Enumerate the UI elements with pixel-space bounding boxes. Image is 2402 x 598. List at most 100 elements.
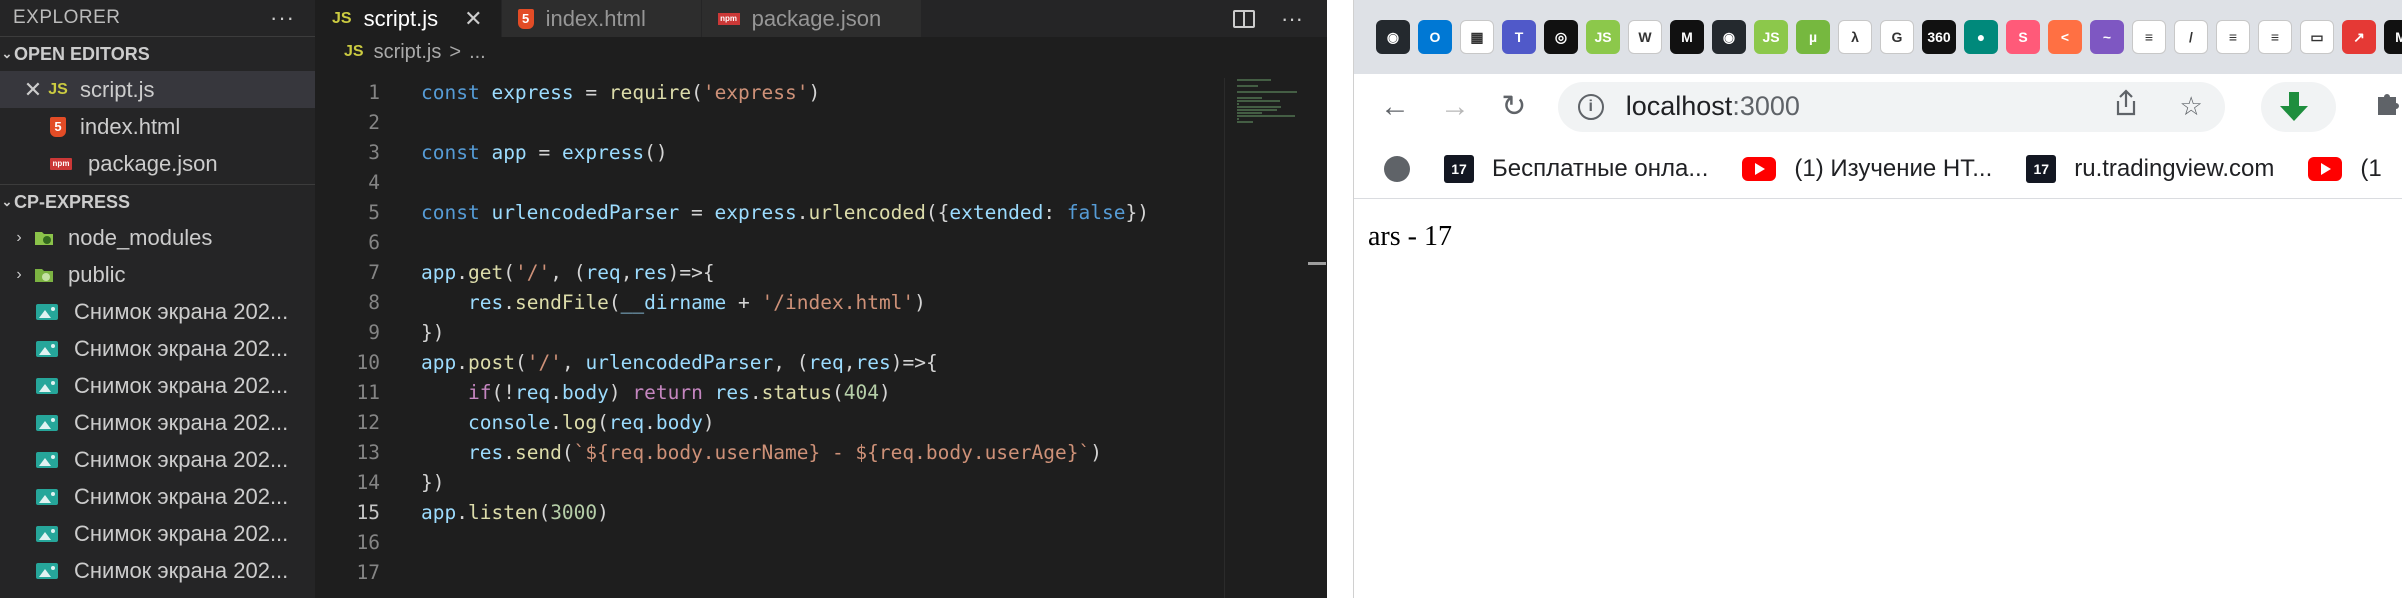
- efim-icon[interactable]: 360: [1922, 20, 1956, 54]
- tab-label: package.json: [751, 5, 882, 31]
- open-editor-item[interactable]: 5 index.html: [0, 108, 315, 145]
- folder-item[interactable]: › public: [0, 256, 315, 293]
- pen-icon[interactable]: /: [2174, 20, 2208, 54]
- file-item[interactable]: Снимок экрана 202...: [0, 552, 315, 589]
- m2-icon[interactable]: M: [2384, 20, 2402, 54]
- line-number: 13: [356, 441, 380, 464]
- red-icon[interactable]: ↗: [2342, 20, 2376, 54]
- tab-index-html[interactable]: 5 index.html: [501, 0, 702, 37]
- code-line[interactable]: 1 const express = require('express'): [316, 78, 1216, 108]
- google-icon[interactable]: G: [1880, 20, 1914, 54]
- bookmark-item[interactable]: 17 Бесплатные онла...: [1444, 154, 1708, 183]
- code-line[interactable]: 6: [316, 228, 1216, 258]
- breadcrumb-rest[interactable]: ...: [469, 41, 486, 64]
- line-number: 5: [368, 201, 380, 224]
- folder-item[interactable]: › node_modules: [0, 219, 315, 256]
- explorer-sidebar: EXPLORER ··· ⌄ OPEN EDITORS ✕ JS script.…: [0, 0, 316, 598]
- reload-button[interactable]: ↻: [1500, 89, 1528, 124]
- stack-icon[interactable]: ≡: [2132, 20, 2166, 54]
- code-line[interactable]: 9}): [316, 318, 1216, 348]
- breadcrumb: JS script.js > ...: [316, 37, 1327, 67]
- split-editor-icon[interactable]: [1233, 9, 1256, 28]
- tab-label: script.js: [363, 5, 439, 31]
- nodejs2-icon[interactable]: JS: [1754, 20, 1788, 54]
- minimap[interactable]: [1224, 78, 1320, 598]
- image-file-icon: [36, 414, 58, 431]
- code-line[interactable]: 16: [316, 528, 1216, 558]
- code-editor[interactable]: 1 const express = require('express') 2 3 con…: [316, 78, 1216, 588]
- address-bar[interactable]: i localhost :3000 ☆: [1557, 81, 2225, 132]
- file-item[interactable]: Снимок экрана 202...: [0, 330, 315, 367]
- code-line[interactable]: 17: [316, 558, 1216, 588]
- close-icon[interactable]: ✕: [464, 6, 482, 32]
- qr-icon[interactable]: ▦: [1460, 20, 1494, 54]
- code-line[interactable]: 8 res.sendFile(__dirname + '/index.html'…: [316, 288, 1216, 318]
- pink-icon[interactable]: S: [2006, 20, 2040, 54]
- chevron-right-icon: ›: [16, 228, 22, 246]
- back-button[interactable]: ←: [1380, 90, 1410, 124]
- file-item[interactable]: Снимок экрана 202...: [0, 441, 315, 478]
- screen-icon[interactable]: ▭: [2300, 20, 2334, 54]
- bookmark-item[interactable]: (1: [2308, 155, 2382, 183]
- open-editor-item[interactable]: npm package.json: [0, 145, 315, 182]
- tab-package-json[interactable]: npm package.json: [701, 0, 922, 37]
- file-item[interactable]: Снимок экрана 202...: [0, 404, 315, 441]
- more-actions-icon[interactable]: ···: [1281, 6, 1303, 32]
- download-button[interactable]: [2260, 81, 2336, 132]
- code-line[interactable]: 3 const app = express(): [316, 138, 1216, 168]
- file-item[interactable]: Снимок экрана 202...: [0, 515, 315, 552]
- project-header[interactable]: ⌄ CP-EXPRESS: [0, 184, 315, 219]
- code-line[interactable]: 15 app.listen(3000): [316, 498, 1216, 528]
- nodejs-icon[interactable]: JS: [1586, 20, 1620, 54]
- code-line[interactable]: 5 const urlencodedParser = express.urlenc…: [316, 198, 1216, 228]
- teams-icon[interactable]: T: [1502, 20, 1536, 54]
- file-item[interactable]: Снимок экрана 202...: [0, 478, 315, 515]
- code-line[interactable]: 13 res.send(`${req.body.userName} - ${re…: [316, 438, 1216, 468]
- share-icon[interactable]: [2114, 89, 2138, 124]
- bookmark-item[interactable]: 17 ru.tradingview.com: [2026, 154, 2274, 183]
- wave-icon[interactable]: ~: [2090, 20, 2124, 54]
- outlook-icon[interactable]: O: [1418, 20, 1452, 54]
- file-item[interactable]: Снимок экрана 202...: [0, 293, 315, 330]
- extensions-puzzle-icon[interactable]: [2374, 89, 2402, 124]
- more-actions-icon[interactable]: ···: [270, 5, 295, 31]
- close-icon[interactable]: ✕: [20, 77, 46, 103]
- star-icon[interactable]: ☆: [2180, 91, 2203, 122]
- tab-script-js[interactable]: JS script.js ✕: [316, 0, 502, 37]
- file-item[interactable]: Снимок экрана 202...: [0, 367, 315, 404]
- code-line[interactable]: 12 console.log(req.body): [316, 408, 1216, 438]
- youtube-icon: [1742, 156, 1777, 181]
- bookmark-item[interactable]: [1384, 155, 1410, 182]
- orange-icon[interactable]: <: [2048, 20, 2082, 54]
- code-line[interactable]: 11 if(!req.body) return res.status(404): [316, 378, 1216, 408]
- file-list: Снимок экрана 202... Снимок экрана 202...…: [0, 293, 315, 589]
- stack2-icon[interactable]: ≡: [2216, 20, 2250, 54]
- breadcrumb-file[interactable]: script.js: [374, 41, 442, 64]
- editor-area: JS script.js ✕ 5 index.html npm package.…: [316, 0, 1327, 598]
- utorrent-icon[interactable]: µ: [1796, 20, 1830, 54]
- m-icon[interactable]: M: [1670, 20, 1704, 54]
- line-number: 14: [356, 471, 380, 494]
- open-editor-item[interactable]: ✕ JS script.js: [0, 71, 315, 108]
- code-line[interactable]: 4: [316, 168, 1216, 198]
- extensions-bar: ◉ O ▦ T ◎ JS W M ◉ JS µ λ G 360 ● S < ~ ≡ / ≡ ≡ ▭ ↗ M: [1354, 0, 2402, 74]
- github-icon[interactable]: ◉: [1376, 20, 1410, 54]
- figure-icon[interactable]: λ: [1838, 20, 1872, 54]
- teal-icon[interactable]: ●: [1964, 20, 1998, 54]
- javascript-file-icon: JS: [344, 43, 364, 60]
- globe-icon: [1384, 155, 1410, 182]
- open-editors-header[interactable]: ⌄ OPEN EDITORS: [0, 36, 315, 71]
- forward-button[interactable]: →: [1440, 90, 1470, 124]
- code-line[interactable]: 2: [316, 108, 1216, 138]
- camera-icon[interactable]: ◎: [1544, 20, 1578, 54]
- code-line[interactable]: 14}): [316, 468, 1216, 498]
- bookmark-item[interactable]: (1) Изучение HT...: [1742, 155, 1992, 183]
- info-icon[interactable]: i: [1577, 93, 1604, 120]
- line-number: 12: [356, 411, 380, 434]
- code-line[interactable]: 10 app.post('/', urlencodedParser, (req,r…: [316, 348, 1216, 378]
- code-line[interactable]: 7 app.get('/', (req,res)=>{: [316, 258, 1216, 288]
- w-icon[interactable]: W: [1628, 20, 1662, 54]
- image-file-icon: [36, 562, 58, 579]
- github2-icon[interactable]: ◉: [1712, 20, 1746, 54]
- stack3-icon[interactable]: ≡: [2258, 20, 2292, 54]
